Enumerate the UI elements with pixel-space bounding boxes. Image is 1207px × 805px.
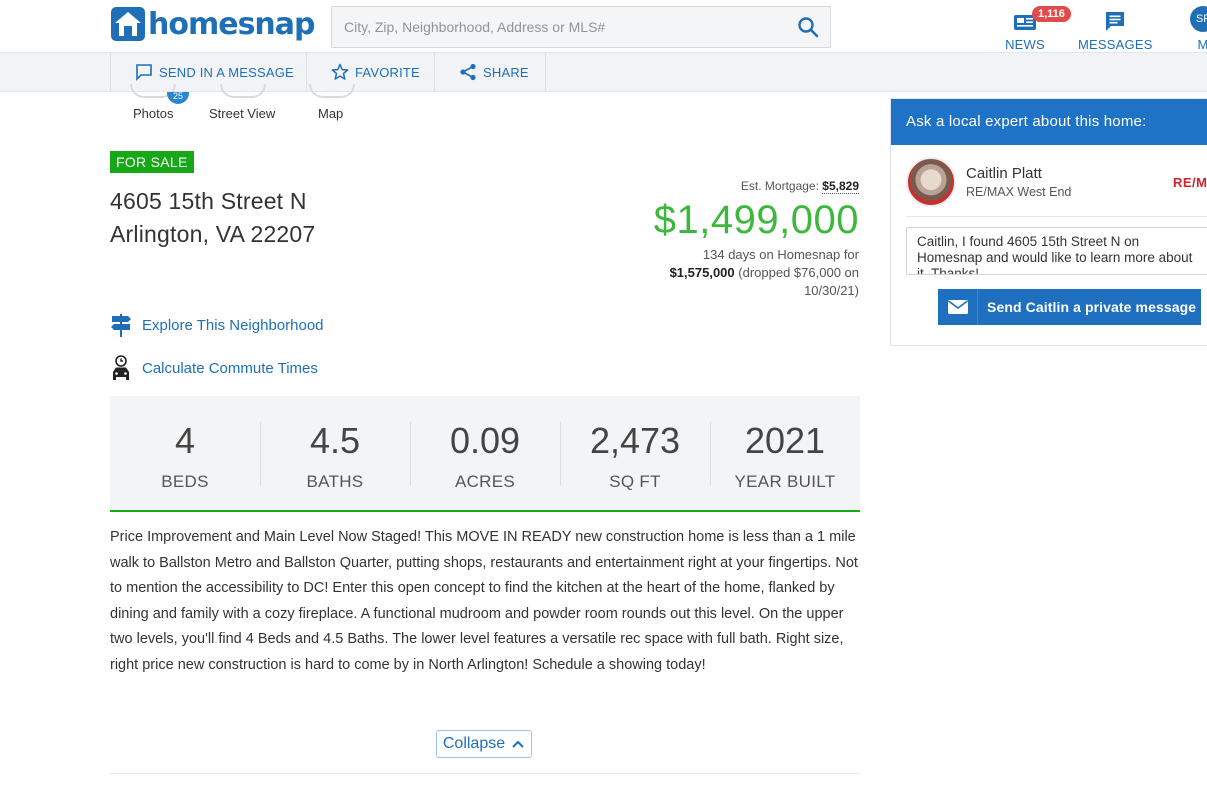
stat-acres: 0.09 ACRES — [410, 396, 560, 510]
status-badge: FOR SALE — [110, 151, 194, 173]
stat-value: 2021 — [744, 420, 826, 461]
commute-times-link[interactable]: Calculate Commute Times — [110, 355, 318, 381]
search-input[interactable] — [332, 7, 772, 47]
user-avatar: SF — [1190, 6, 1207, 32]
top-header: homesnap NEWS 1,116 — [0, 0, 1207, 52]
send-message-label: SEND IN A MESSAGE — [159, 64, 294, 80]
search-icon[interactable] — [796, 15, 820, 39]
est-mortgage: Est. Mortgage: $5,829 — [740, 179, 859, 194]
agent-panel-title: Ask a local expert about this home: — [891, 99, 1207, 145]
stat-value: 2,473 — [589, 420, 681, 461]
star-icon — [331, 63, 349, 80]
price-history-note: 134 days on Homesnap for $1,575,000 (dro… — [629, 246, 859, 300]
stat-baths: 4.5 BATHS — [260, 396, 410, 510]
agent-name: Caitlin Platt — [966, 165, 1042, 182]
signpost-icon — [111, 314, 131, 337]
address-street: 4605 15th Street N — [110, 188, 307, 214]
photos-label: Photos — [133, 106, 174, 121]
logo-text: homesnap — [148, 6, 316, 42]
section-divider — [110, 773, 860, 774]
address-city: Arlington, VA 22207 — [110, 221, 316, 247]
homesnap-logo[interactable]: homesnap — [110, 6, 316, 42]
original-price: $1,575,000 — [669, 265, 735, 280]
commute-label: Calculate Commute Times — [142, 359, 318, 377]
media-tab-map[interactable]: Map — [306, 84, 358, 124]
car-clock-icon — [113, 355, 129, 380]
stat-year-built: 2021 YEAR BUILT — [710, 396, 860, 510]
agent-card[interactable]: Caitlin Platt RE/MAX West End — [906, 157, 1071, 207]
messages-button[interactable]: MESSAGES — [1078, 6, 1152, 52]
est-mortgage-label: Est. Mortgage: — [740, 179, 819, 193]
news-label: NEWS — [1005, 37, 1045, 52]
account-menu[interactable]: SF M — [1188, 6, 1207, 52]
share-icon — [460, 63, 476, 81]
media-tab-street-view[interactable]: Street View — [208, 84, 280, 124]
panel-divider — [906, 216, 1207, 217]
stat-sqft: 2,473 SQ FT — [560, 396, 710, 510]
share-button[interactable]: SHARE — [434, 53, 546, 91]
explore-label: Explore This Neighborhood — [142, 316, 324, 334]
map-thumbnail — [309, 84, 355, 98]
listing-price: $1,499,000 — [653, 198, 859, 242]
favorite-label: FAVORITE — [355, 64, 420, 80]
send-private-message-button[interactable]: Send Caitlin a private message — [938, 289, 1201, 325]
stat-value: 4.5 — [309, 420, 361, 461]
est-mortgage-value[interactable]: $5,829 — [822, 179, 859, 194]
envelope-icon — [947, 300, 968, 314]
news-button[interactable]: NEWS 1,116 — [1002, 6, 1071, 52]
messages-label: MESSAGES — [1078, 37, 1153, 52]
brokerage-logo: RE/M — [1173, 175, 1207, 190]
search-box — [331, 6, 831, 48]
agent-contact-panel: Ask a local expert about this home: Cait… — [890, 98, 1207, 346]
share-label: SHARE — [483, 64, 529, 80]
stat-value: 4 — [174, 420, 196, 461]
news-count-badge: 1,116 — [1032, 6, 1071, 22]
stat-unit: ACRES — [454, 472, 516, 491]
stat-unit: SQ FT — [609, 472, 661, 491]
message-textarea[interactable]: Caitlin, I found 4605 15th Street N on H… — [906, 227, 1207, 275]
street-view-label: Street View — [209, 106, 276, 121]
listing-action-bar: SEND IN A MESSAGE FAVORITE SHARE — [0, 52, 1207, 92]
listing-description: Price Improvement and Main Level Now Sta… — [110, 529, 858, 673]
agent-firm: RE/MAX West End — [966, 185, 1072, 199]
stat-unit: BEDS — [161, 472, 209, 491]
chevron-up-icon — [512, 740, 524, 748]
stat-value: 0.09 — [449, 420, 521, 461]
collapse-button[interactable]: Collapse — [436, 730, 532, 758]
message-bubble-icon — [1106, 12, 1124, 31]
map-label: Map — [318, 106, 344, 121]
collapse-label: Collapse — [442, 735, 506, 752]
send-button-label: Send Caitlin a private message — [987, 299, 1197, 315]
property-stats: 4 BEDS 4.5 BATHS 0.09 ACRES 2,473 SQ FT … — [110, 396, 860, 512]
street-view-thumbnail — [220, 84, 266, 98]
days-on-market: 134 days on Homesnap for — [702, 247, 859, 262]
stat-unit: YEAR BUILT — [734, 472, 836, 491]
chat-icon — [136, 64, 152, 81]
stat-beds: 4 BEDS — [110, 396, 260, 510]
house-logo-icon — [111, 7, 145, 41]
price-drop-text: (dropped $76,000 on 10/30/21) — [738, 265, 859, 298]
stat-unit: BATHS — [306, 472, 364, 491]
agent-avatar — [906, 157, 956, 207]
account-label: M — [1197, 37, 1207, 52]
explore-neighborhood-link[interactable]: Explore This Neighborhood — [110, 312, 324, 338]
